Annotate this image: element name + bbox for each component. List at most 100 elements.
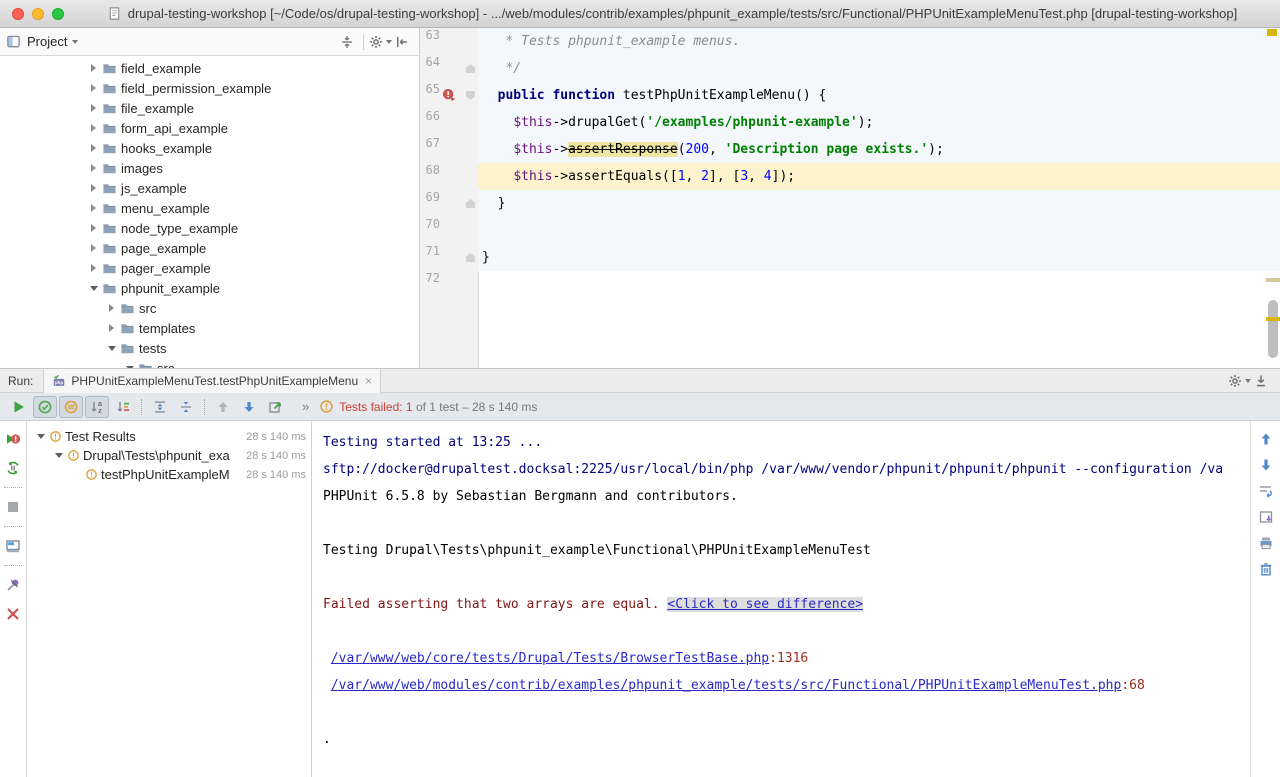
expand-all-button[interactable]	[148, 396, 172, 418]
chevron-collapsed-icon[interactable]	[88, 224, 99, 232]
code-text[interactable]	[478, 271, 1280, 298]
code-text[interactable]: public function testPhpUnitExampleMenu()…	[478, 82, 1280, 109]
chevron-expanded-icon[interactable]	[88, 286, 99, 291]
inspection-status-icon[interactable]	[1267, 29, 1277, 36]
tree-item-src[interactable]: src	[0, 358, 419, 368]
chevron-collapsed-icon[interactable]	[88, 244, 99, 252]
stop-button[interactable]	[3, 497, 23, 517]
project-panel-title[interactable]: Project	[27, 34, 67, 49]
file-link[interactable]: /var/www/web/modules/contrib/examples/ph…	[331, 678, 1122, 693]
chevron-collapsed-icon[interactable]	[88, 184, 99, 192]
editor-line-68[interactable]: 68 $this->assertEquals([1, 2], [3, 4]);	[420, 163, 1280, 190]
rerun-failed-tests-button[interactable]	[3, 429, 23, 449]
close-button[interactable]	[3, 604, 23, 624]
gutter[interactable]: 70	[420, 217, 478, 244]
editor-scrollbar[interactable]	[1268, 300, 1278, 358]
gutter[interactable]: 71	[420, 244, 478, 271]
show-ignored-button[interactable]	[59, 396, 83, 418]
fold-marker-icon[interactable]	[466, 91, 475, 100]
fold-marker-icon[interactable]	[466, 64, 475, 73]
chevron-collapsed-icon[interactable]	[88, 164, 99, 172]
clear-all-button[interactable]	[1256, 559, 1276, 579]
gutter[interactable]: 65	[420, 82, 478, 109]
gutter[interactable]: 63	[420, 28, 478, 55]
rerun-button[interactable]	[7, 396, 31, 418]
toggle-auto-test-button[interactable]	[3, 458, 23, 478]
tree-item-src[interactable]: src	[0, 298, 419, 318]
pin-tab-button[interactable]	[3, 575, 23, 595]
project-settings-button[interactable]	[369, 31, 391, 53]
tree-item-page_example[interactable]: page_example	[0, 238, 419, 258]
chevron-expanded-icon[interactable]	[35, 434, 46, 439]
code-text[interactable]: }	[478, 190, 1280, 217]
export-test-results-button[interactable]	[263, 396, 287, 418]
tree-item-templates[interactable]: templates	[0, 318, 419, 338]
tree-item-phpunit_example[interactable]: phpunit_example	[0, 278, 419, 298]
test-console[interactable]: Testing started at 13:25 ...sftp://docke…	[312, 421, 1280, 777]
editor-line-63[interactable]: 63 * Tests phpunit_example menus.	[420, 28, 1280, 55]
locate-file-button[interactable]	[336, 31, 358, 53]
see-difference-link[interactable]: <Click to see difference>	[667, 597, 863, 612]
test-failed-icon[interactable]	[442, 88, 456, 102]
tree-item-field_example[interactable]: field_example	[0, 58, 419, 78]
test-tree-item[interactable]: Test Results28 s 140 ms	[27, 427, 311, 446]
gutter[interactable]: 67	[420, 136, 478, 163]
chevron-expanded-icon[interactable]	[106, 346, 117, 351]
editor-line-72[interactable]: 72	[420, 271, 1280, 298]
test-tree-item[interactable]: Drupal\Tests\phpunit_exa28 s 140 ms	[27, 446, 311, 465]
show-console-button[interactable]	[3, 536, 23, 556]
close-window-button[interactable]	[12, 8, 24, 20]
run-settings-button[interactable]	[1228, 370, 1250, 392]
gutter[interactable]: 72	[420, 271, 478, 298]
code-text[interactable]: * Tests phpunit_example menus.	[478, 28, 1280, 55]
code-text[interactable]: $this->assertEquals([1, 2], [3, 4]);	[478, 163, 1280, 190]
soft-wrap-button[interactable]	[1256, 481, 1276, 501]
gutter[interactable]: 69	[420, 190, 478, 217]
tree-item-node_type_example[interactable]: node_type_example	[0, 218, 419, 238]
editor-line-70[interactable]: 70	[420, 217, 1280, 244]
tree-item-images[interactable]: images	[0, 158, 419, 178]
tree-item-menu_example[interactable]: menu_example	[0, 198, 419, 218]
chevron-collapsed-icon[interactable]	[106, 324, 117, 332]
test-tree-item[interactable]: testPhpUnitExampleM28 s 140 ms	[27, 465, 311, 484]
chevron-expanded-icon[interactable]	[53, 453, 64, 458]
down-stack-trace-button[interactable]	[1256, 455, 1276, 475]
chevron-collapsed-icon[interactable]	[88, 64, 99, 72]
error-stripe-mark[interactable]	[1266, 278, 1280, 282]
show-passed-button[interactable]	[33, 396, 57, 418]
tree-item-field_permission_example[interactable]: field_permission_example	[0, 78, 419, 98]
code-text[interactable]	[478, 217, 1280, 244]
minimize-window-button[interactable]	[32, 8, 44, 20]
run-tab[interactable]: php PHPUnitExampleMenuTest.testPhpUnitEx…	[43, 369, 381, 393]
tree-item-form_api_example[interactable]: form_api_example	[0, 118, 419, 138]
close-tab-icon[interactable]: ×	[365, 374, 372, 388]
chevron-collapsed-icon[interactable]	[88, 204, 99, 212]
more-actions-chevron[interactable]: »	[302, 399, 309, 414]
previous-failed-test-button[interactable]	[211, 396, 235, 418]
fold-marker-icon[interactable]	[466, 253, 475, 262]
code-text[interactable]: */	[478, 55, 1280, 82]
editor-line-65[interactable]: 65 public function testPhpUnitExampleMen…	[420, 82, 1280, 109]
chevron-collapsed-icon[interactable]	[88, 104, 99, 112]
next-failed-test-button[interactable]	[237, 396, 261, 418]
editor-line-69[interactable]: 69 }	[420, 190, 1280, 217]
tree-item-tests[interactable]: tests	[0, 338, 419, 358]
hide-project-panel-button[interactable]	[391, 31, 413, 53]
editor-line-67[interactable]: 67 $this->assertResponse(200, 'Descripti…	[420, 136, 1280, 163]
tree-item-pager_example[interactable]: pager_example	[0, 258, 419, 278]
hide-run-panel-button[interactable]	[1250, 370, 1272, 392]
sort-alphabetically-button[interactable]: az	[85, 396, 109, 418]
collapse-all-button[interactable]	[174, 396, 198, 418]
up-stack-trace-button[interactable]	[1256, 429, 1276, 449]
gutter[interactable]: 66	[420, 109, 478, 136]
chevron-collapsed-icon[interactable]	[88, 144, 99, 152]
code-text[interactable]: $this->drupalGet('/examples/phpunit-exam…	[478, 109, 1280, 136]
editor-line-71[interactable]: 71}	[420, 244, 1280, 271]
tree-item-js_example[interactable]: js_example	[0, 178, 419, 198]
chevron-collapsed-icon[interactable]	[88, 264, 99, 272]
error-stripe-mark[interactable]	[1266, 317, 1280, 321]
editor-line-64[interactable]: 64 */	[420, 55, 1280, 82]
chevron-collapsed-icon[interactable]	[106, 304, 117, 312]
tree-item-hooks_example[interactable]: hooks_example	[0, 138, 419, 158]
code-text[interactable]: $this->assertResponse(200, 'Description …	[478, 136, 1280, 163]
